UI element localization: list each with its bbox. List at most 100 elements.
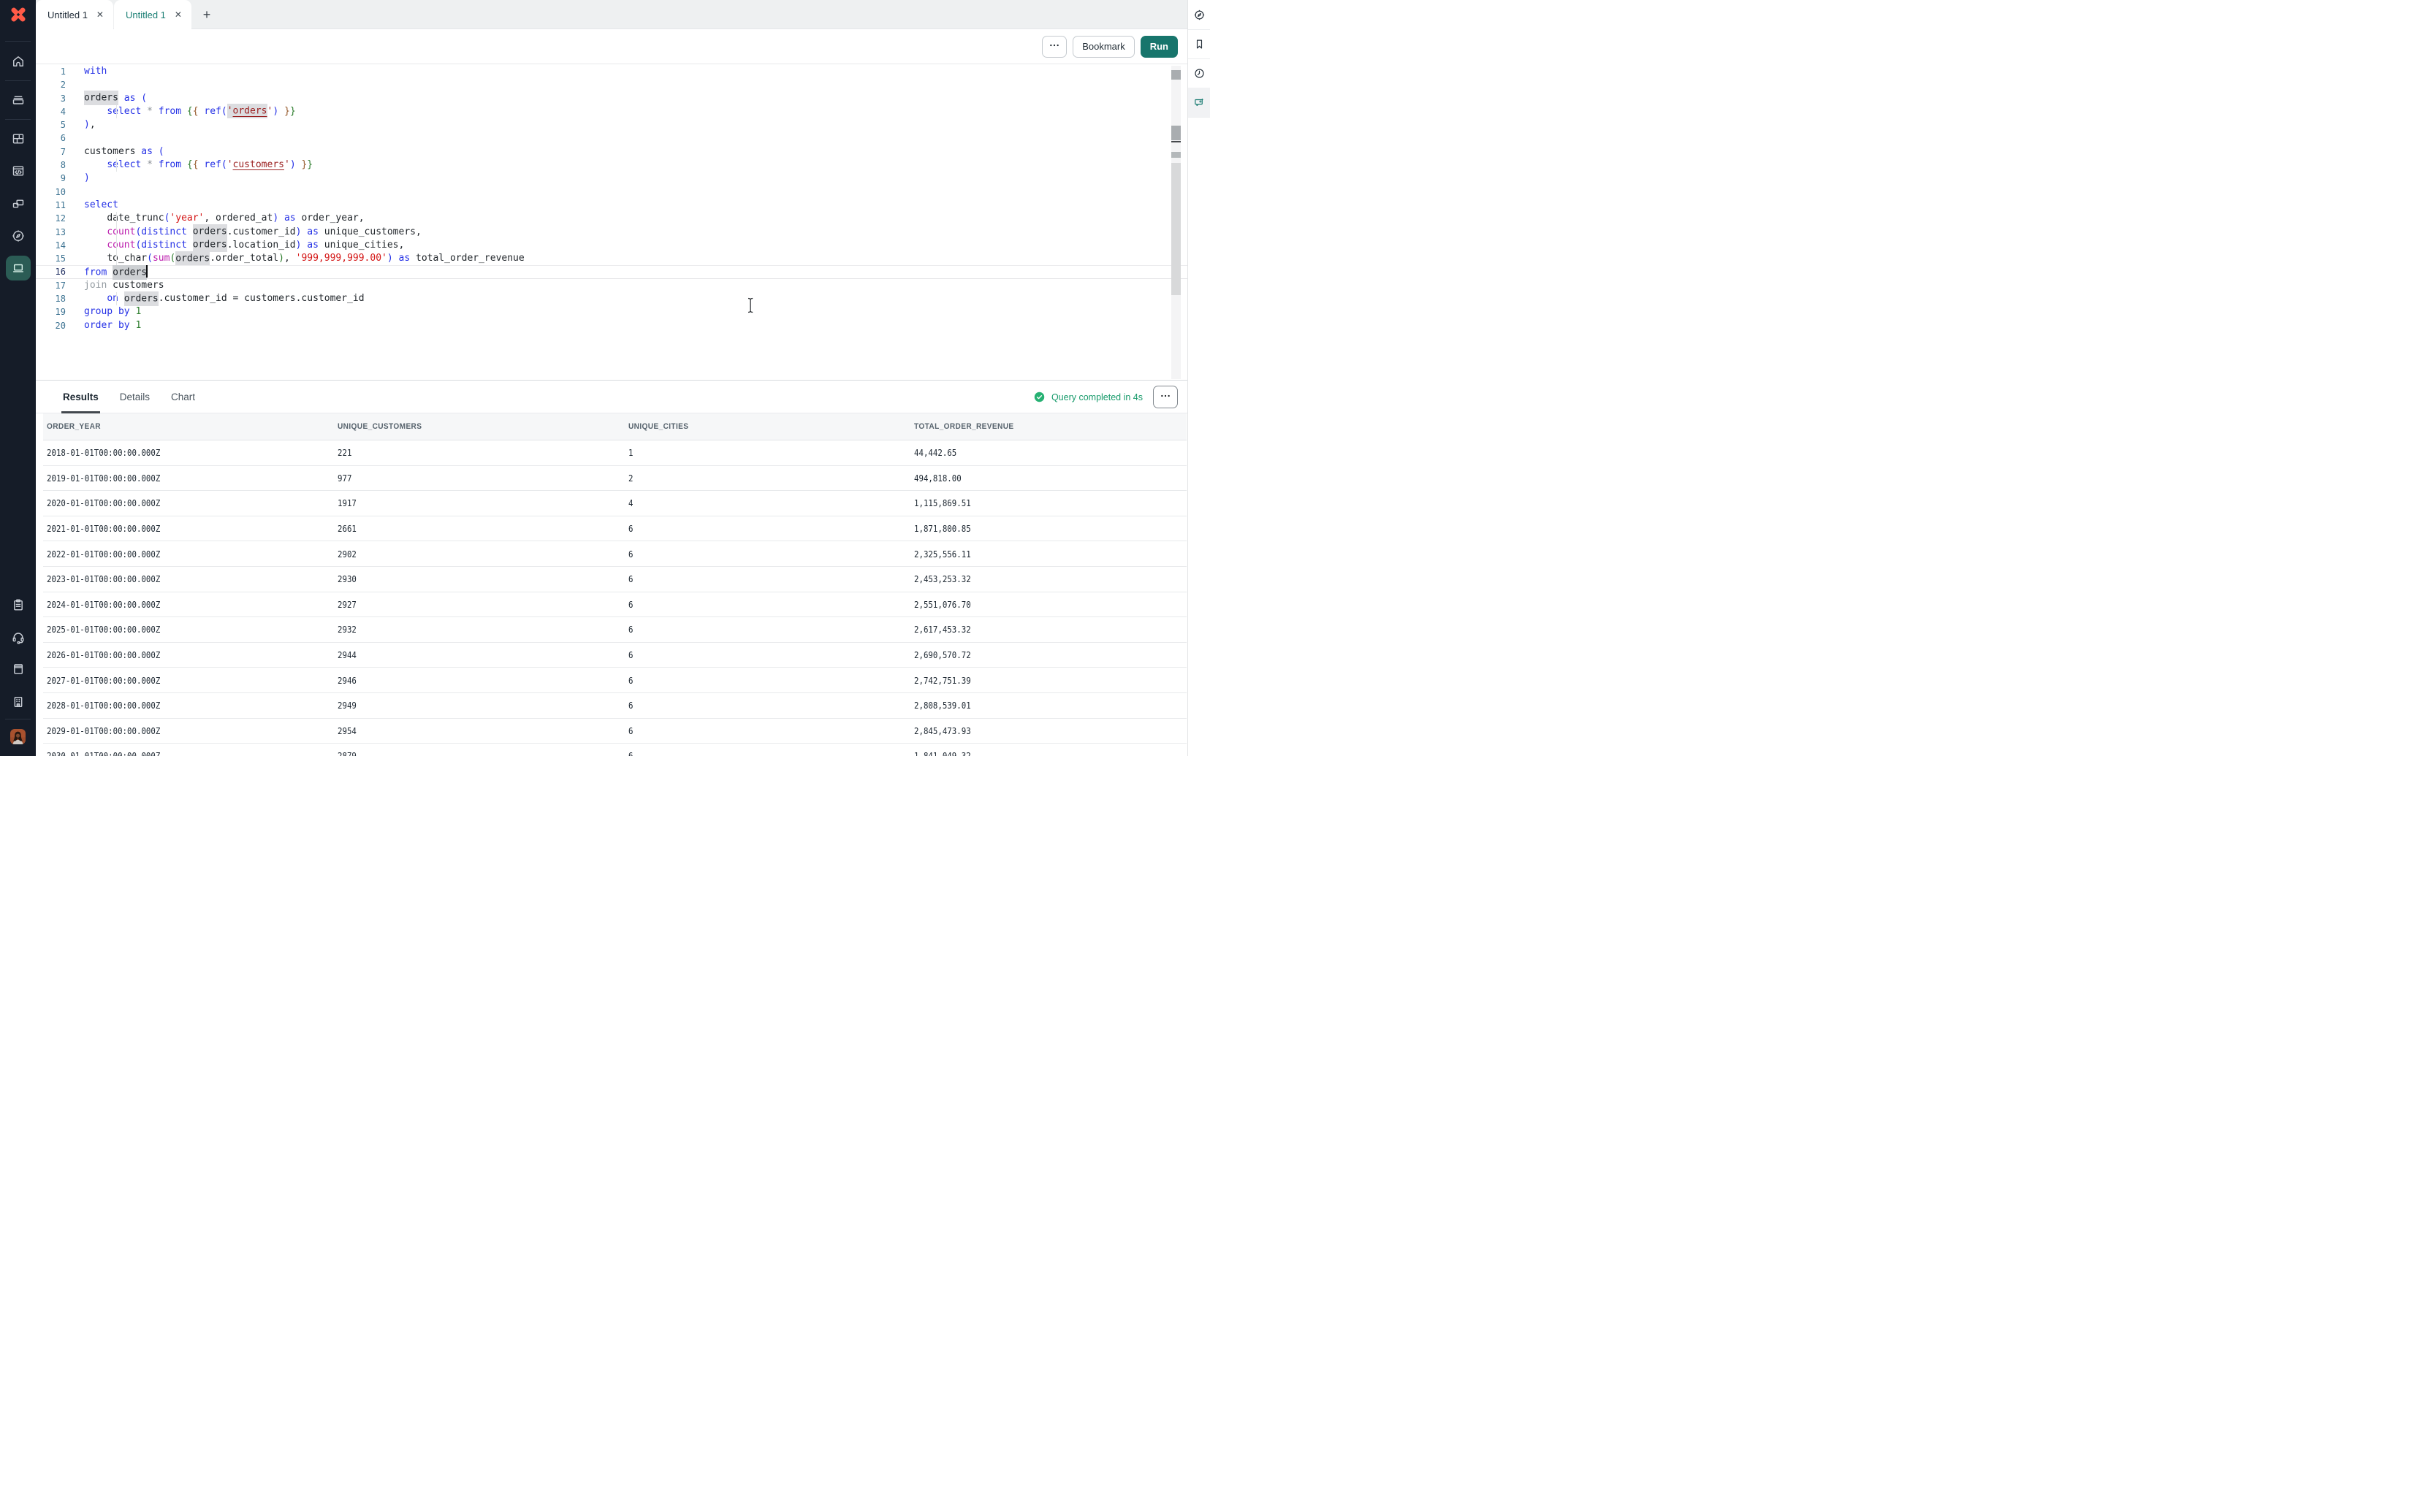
sidebar-item-explore[interactable] xyxy=(0,220,36,252)
sidebar-item-apps[interactable] xyxy=(0,123,36,155)
table-cell[interactable]: 2946 xyxy=(334,675,625,686)
right-rail-item-magic-chat[interactable] xyxy=(1188,88,1210,117)
results-more-button[interactable] xyxy=(1153,386,1178,408)
table-cell[interactable]: 6 xyxy=(625,750,910,756)
table-cell[interactable]: 2024-01-01T00:00:00.000Z xyxy=(43,599,334,610)
code-line-10[interactable]: 10 xyxy=(36,186,1187,199)
hex-logo[interactable] xyxy=(0,0,36,29)
table-cell[interactable]: 6 xyxy=(625,624,910,635)
table-cell[interactable]: 2932 xyxy=(334,624,625,635)
sidebar-item-home[interactable] xyxy=(0,45,36,77)
sidebar-item-organization[interactable] xyxy=(0,686,36,718)
table-cell[interactable]: 2030-01-01T00:00:00.000Z xyxy=(43,750,334,756)
table-cell[interactable]: 2028-01-01T00:00:00.000Z xyxy=(43,700,334,711)
column-header-unique_cities[interactable]: UNIQUE_CITIES xyxy=(625,422,910,431)
table-cell[interactable]: 2023-01-01T00:00:00.000Z xyxy=(43,573,334,584)
table-cell[interactable]: 6 xyxy=(625,523,910,534)
code-line-16[interactable]: 16from orders xyxy=(36,265,1187,278)
table-cell[interactable]: 221 xyxy=(334,447,625,458)
code-line-12[interactable]: 12 date_trunc('year', ordered_at) as ord… xyxy=(36,212,1187,225)
code-line-8[interactable]: 8 select * from {{ ref('customers') }} xyxy=(36,159,1187,172)
new-tab-button[interactable]: + xyxy=(192,0,221,29)
code-line-4[interactable]: 4 select * from {{ ref('orders') }} xyxy=(36,105,1187,118)
results-tab-chart[interactable]: Chart xyxy=(171,381,195,413)
sql-editor[interactable]: 1with23orders as (4 select * from {{ ref… xyxy=(36,64,1187,380)
table-cell[interactable]: 1,841,049.32 xyxy=(910,750,1187,756)
code-line-11[interactable]: 11select xyxy=(36,199,1187,212)
table-cell[interactable]: 2954 xyxy=(334,725,625,736)
table-cell[interactable]: 2944 xyxy=(334,649,625,660)
column-header-unique_customers[interactable]: UNIQUE_CUSTOMERS xyxy=(334,422,625,431)
column-header-order_year[interactable]: ORDER_YEAR xyxy=(43,422,334,431)
right-rail-item-history[interactable] xyxy=(1188,58,1210,88)
table-cell[interactable]: 2930 xyxy=(334,573,625,584)
run-button[interactable]: Run xyxy=(1141,36,1178,58)
scrollbar-thumb[interactable] xyxy=(1171,163,1181,295)
table-cell[interactable]: 2,551,076.70 xyxy=(910,599,1187,610)
table-cell[interactable]: 2,808,539.01 xyxy=(910,700,1187,711)
editor-scrollbar[interactable] xyxy=(1171,66,1181,379)
table-cell[interactable]: 2927 xyxy=(334,599,625,610)
table-cell[interactable]: 2879 xyxy=(334,750,625,756)
table-cell[interactable]: 2027-01-01T00:00:00.000Z xyxy=(43,675,334,686)
user-avatar[interactable] xyxy=(10,729,26,744)
code-line-13[interactable]: 13 count(distinct orders.customer_id) as… xyxy=(36,226,1187,239)
table-cell[interactable]: 2029-01-01T00:00:00.000Z xyxy=(43,725,334,736)
close-tab-icon[interactable]: ✕ xyxy=(173,9,183,20)
table-cell[interactable]: 2949 xyxy=(334,700,625,711)
table-cell[interactable]: 1,115,869.51 xyxy=(910,497,1187,508)
code-line-19[interactable]: 19group by 1 xyxy=(36,305,1187,318)
sidebar-item-editor[interactable] xyxy=(0,252,36,284)
code-line-2[interactable]: 2 xyxy=(36,78,1187,91)
sidebar-item-docs[interactable] xyxy=(0,653,36,685)
table-cell[interactable]: 2,845,473.93 xyxy=(910,725,1187,736)
table-cell[interactable]: 6 xyxy=(625,599,910,610)
table-cell[interactable]: 6 xyxy=(625,573,910,584)
table-cell[interactable]: 1 xyxy=(625,447,910,458)
sidebar-item-projects[interactable] xyxy=(0,83,36,115)
table-cell[interactable]: 494,818.00 xyxy=(910,473,1187,484)
document-tab-2[interactable]: Untitled 1✕ xyxy=(114,0,191,29)
sidebar-item-changelog[interactable] xyxy=(0,589,36,621)
table-cell[interactable]: 2,453,253.32 xyxy=(910,573,1187,584)
sidebar-item-windows[interactable] xyxy=(0,188,36,220)
table-cell[interactable]: 2,617,453.32 xyxy=(910,624,1187,635)
code-line-18[interactable]: 18 on orders.customer_id = customers.cus… xyxy=(36,292,1187,305)
table-cell[interactable]: 2,690,570.72 xyxy=(910,649,1187,660)
table-cell[interactable]: 2026-01-01T00:00:00.000Z xyxy=(43,649,334,660)
code-line-9[interactable]: 9) xyxy=(36,172,1187,185)
code-line-17[interactable]: 17join customers xyxy=(36,279,1187,292)
sidebar-item-support[interactable] xyxy=(0,622,36,654)
column-header-total_order_revenue[interactable]: TOTAL_ORDER_REVENUE xyxy=(910,422,1187,431)
code-line-1[interactable]: 1with xyxy=(36,65,1187,78)
table-cell[interactable]: 6 xyxy=(625,700,910,711)
table-cell[interactable]: 6 xyxy=(625,649,910,660)
table-cell[interactable]: 2902 xyxy=(334,549,625,560)
table-cell[interactable]: 2018-01-01T00:00:00.000Z xyxy=(43,447,334,458)
bookmark-button[interactable]: Bookmark xyxy=(1073,36,1135,58)
results-tab-results[interactable]: Results xyxy=(63,381,99,413)
right-rail-item-bookmarks[interactable] xyxy=(1188,29,1210,58)
code-line-15[interactable]: 15 to_char(sum(orders.order_total), '999… xyxy=(36,252,1187,265)
code-line-20[interactable]: 20order by 1 xyxy=(36,319,1187,332)
table-cell[interactable]: 6 xyxy=(625,675,910,686)
table-cell[interactable]: 2 xyxy=(625,473,910,484)
results-tab-details[interactable]: Details xyxy=(120,381,150,413)
code-line-3[interactable]: 3orders as ( xyxy=(36,92,1187,105)
table-cell[interactable]: 2019-01-01T00:00:00.000Z xyxy=(43,473,334,484)
table-cell[interactable]: 2,742,751.39 xyxy=(910,675,1187,686)
table-cell[interactable]: 44,442.65 xyxy=(910,447,1187,458)
table-cell[interactable]: 2025-01-01T00:00:00.000Z xyxy=(43,624,334,635)
table-cell[interactable]: 2021-01-01T00:00:00.000Z xyxy=(43,523,334,534)
close-tab-icon[interactable]: ✕ xyxy=(95,9,105,20)
table-cell[interactable]: 6 xyxy=(625,549,910,560)
more-options-button[interactable] xyxy=(1042,36,1067,58)
sidebar-item-code[interactable] xyxy=(0,155,36,187)
table-cell[interactable]: 2,325,556.11 xyxy=(910,549,1187,560)
code-line-14[interactable]: 14 count(distinct orders.location_id) as… xyxy=(36,239,1187,252)
table-cell[interactable]: 4 xyxy=(625,497,910,508)
code-line-7[interactable]: 7customers as ( xyxy=(36,145,1187,159)
table-cell[interactable]: 2661 xyxy=(334,523,625,534)
table-cell[interactable]: 1917 xyxy=(334,497,625,508)
code-line-6[interactable]: 6 xyxy=(36,131,1187,145)
